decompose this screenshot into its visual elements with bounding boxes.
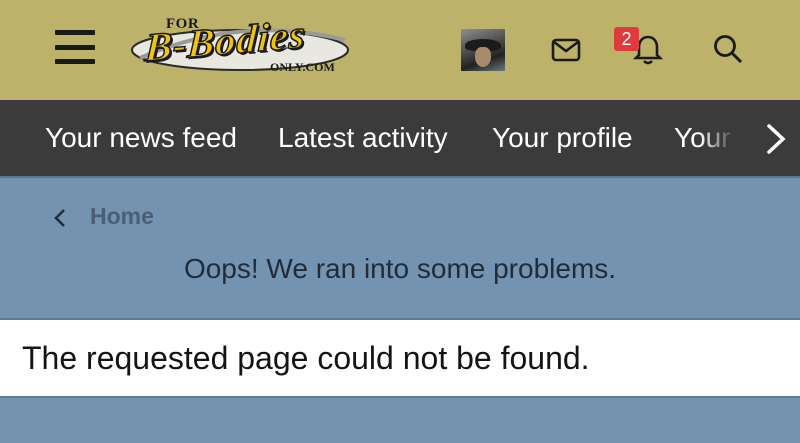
nav-item-latest-activity[interactable]: Latest activity — [278, 100, 448, 176]
page-title: Oops! We ran into some problems. — [183, 253, 617, 284]
chevron-right-icon[interactable] — [764, 121, 788, 157]
nav-divider — [0, 176, 800, 178]
chevron-left-icon[interactable] — [53, 207, 67, 229]
avatar[interactable] — [461, 29, 505, 71]
logo-text-only: ONLY.COM — [270, 60, 335, 74]
mail-icon[interactable] — [551, 38, 581, 62]
site-header: FOR B-Bodies ONLY.COM 2 — [0, 0, 800, 100]
notification-badge: 2 — [614, 27, 639, 51]
nav-item-news-feed[interactable]: Your news feed — [45, 100, 237, 176]
main-nav: Your news feed Latest activity Your prof… — [0, 100, 800, 176]
avatar-face — [475, 47, 491, 67]
menu-icon[interactable] — [55, 30, 95, 64]
site-logo[interactable]: FOR B-Bodies ONLY.COM — [130, 11, 352, 80]
error-message-box: The requested page could not be found. — [0, 318, 800, 398]
breadcrumb-home[interactable]: Home — [90, 203, 154, 230]
search-icon[interactable] — [712, 33, 744, 65]
nav-item-profile[interactable]: Your profile — [492, 100, 633, 176]
error-message: The requested page could not be found. — [22, 340, 590, 376]
